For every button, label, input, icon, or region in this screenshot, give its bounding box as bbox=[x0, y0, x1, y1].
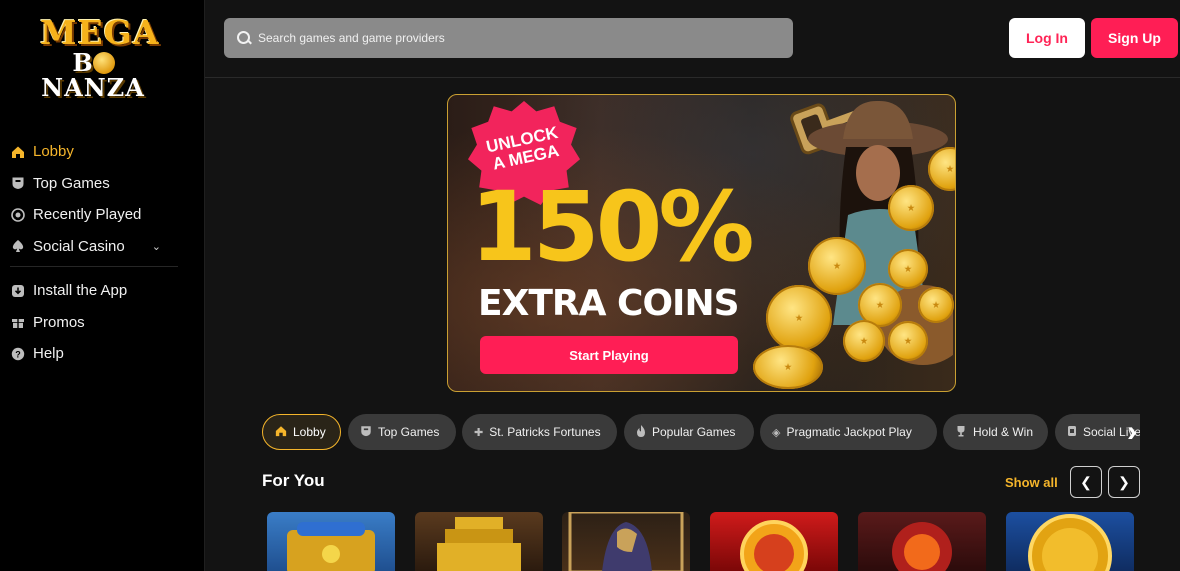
chip-popular-games[interactable]: Popular Games bbox=[624, 414, 754, 450]
game-tile[interactable] bbox=[1006, 512, 1134, 571]
banner-subheadline: EXTRA COINS bbox=[478, 283, 739, 324]
diamond-icon: ◈ bbox=[772, 426, 781, 439]
sidebar-nav: Lobby Top Games Recently Played Social C… bbox=[0, 136, 205, 370]
coin-icon bbox=[753, 345, 823, 389]
promo-banner[interactable]: UNLOCK A MEGA 150% EXTRA COINS Start Pla… bbox=[447, 94, 956, 392]
sidebar-item-top-games[interactable]: Top Games bbox=[0, 168, 205, 200]
chip-label: Popular Games bbox=[652, 425, 736, 439]
coin-up-icon bbox=[740, 520, 808, 571]
treasure-chest-icon bbox=[287, 522, 375, 571]
app-window: MEGA BNANZA Lobby Top Games Recently Pla… bbox=[0, 0, 1180, 571]
game-tile[interactable] bbox=[858, 512, 986, 571]
download-icon bbox=[11, 284, 25, 298]
game-tile[interactable] bbox=[415, 512, 543, 571]
next-button[interactable]: ❯ bbox=[1108, 466, 1140, 498]
coin-icon bbox=[918, 287, 954, 323]
sidebar-item-help[interactable]: ? Help bbox=[0, 338, 205, 370]
shield-icon bbox=[11, 176, 25, 190]
chevron-left-icon: ❮ bbox=[1080, 473, 1092, 490]
sidebar-item-install-app[interactable]: Install the App bbox=[0, 275, 205, 307]
logo-line1: MEGA bbox=[40, 13, 160, 52]
top-bar: Log In Sign Up bbox=[205, 0, 1180, 78]
sidebar-item-label: Top Games bbox=[33, 174, 110, 192]
section-title: For You bbox=[262, 471, 325, 490]
start-playing-button[interactable]: Start Playing bbox=[480, 336, 738, 374]
logo-line2: BNANZA bbox=[41, 48, 145, 102]
chip-label: Pragmatic Jackpot Play bbox=[786, 425, 912, 439]
sidebar-item-recently-played[interactable]: Recently Played bbox=[0, 199, 205, 231]
chevron-down-icon[interactable]: ⌄ bbox=[152, 240, 161, 253]
sidebar-item-label: Promos bbox=[33, 313, 85, 331]
search-box[interactable] bbox=[224, 18, 793, 58]
spade-icon bbox=[11, 239, 25, 253]
banner-headline: 150% bbox=[470, 171, 755, 283]
sidebar-item-label: Lobby bbox=[33, 143, 74, 161]
show-all-link[interactable]: Show all bbox=[1005, 475, 1058, 490]
sidebar-item-lobby[interactable]: Lobby bbox=[0, 136, 205, 168]
sidebar-divider bbox=[10, 266, 178, 267]
sidebar-item-label: Recently Played bbox=[33, 206, 142, 224]
chip-lobby[interactable]: Lobby bbox=[262, 414, 341, 450]
coin-icon bbox=[888, 185, 934, 231]
help-icon: ? bbox=[11, 347, 25, 361]
chevron-right-icon: ❯ bbox=[1118, 473, 1130, 490]
game-tile[interactable] bbox=[267, 512, 395, 571]
fire-orb-icon bbox=[892, 522, 952, 571]
chip-st-patricks[interactable]: ✚ St. Patricks Fortunes bbox=[462, 414, 617, 450]
chip-hold-win[interactable]: Hold & Win bbox=[943, 414, 1048, 450]
coin-icon bbox=[888, 249, 928, 289]
shield-icon bbox=[360, 425, 372, 440]
clover-icon: ✚ bbox=[474, 426, 484, 439]
brand-logo[interactable]: MEGA BNANZA bbox=[40, 13, 160, 99]
chip-label: St. Patricks Fortunes bbox=[489, 425, 601, 439]
sidebar: MEGA BNANZA Lobby Top Games Recently Pla… bbox=[0, 0, 205, 571]
game-tile[interactable] bbox=[562, 512, 690, 571]
game-tile[interactable] bbox=[710, 512, 838, 571]
gift-icon bbox=[11, 315, 25, 329]
falcon-icon bbox=[568, 512, 684, 571]
sidebar-item-promos[interactable]: Promos bbox=[0, 307, 205, 339]
home-icon bbox=[275, 425, 287, 440]
chip-pragmatic-jackpot[interactable]: ◈ Pragmatic Jackpot Play bbox=[760, 414, 937, 450]
flame-icon bbox=[636, 424, 646, 440]
signup-button[interactable]: Sign Up bbox=[1091, 18, 1178, 58]
search-input[interactable] bbox=[258, 31, 793, 45]
home-icon bbox=[11, 145, 25, 159]
chip-label: Lobby bbox=[293, 425, 326, 439]
sidebar-item-social-casino[interactable]: Social Casino ⌄ bbox=[0, 231, 205, 263]
chip-label: Top Games bbox=[378, 425, 440, 439]
pyramid-icon bbox=[437, 517, 521, 571]
search-icon bbox=[236, 30, 252, 46]
chevron-right-icon[interactable]: › bbox=[1120, 414, 1144, 450]
gold-coin-icon bbox=[1028, 514, 1112, 571]
trophy-icon bbox=[955, 425, 967, 440]
cards-icon bbox=[1067, 425, 1077, 440]
sidebar-item-label: Social Casino bbox=[33, 237, 125, 255]
star-icon bbox=[92, 51, 115, 74]
login-button[interactable]: Log In bbox=[1009, 18, 1085, 58]
chip-top-games[interactable]: Top Games bbox=[348, 414, 456, 450]
coin-icon bbox=[843, 320, 885, 362]
prev-button[interactable]: ❮ bbox=[1070, 466, 1102, 498]
coin-icon bbox=[888, 321, 928, 361]
category-chips: Lobby Top Games ✚ St. Patricks Fortunes … bbox=[262, 414, 1140, 450]
sidebar-item-label: Help bbox=[33, 345, 64, 363]
clock-icon bbox=[11, 207, 25, 222]
svg-text:?: ? bbox=[15, 349, 21, 359]
chip-label: Hold & Win bbox=[973, 425, 1034, 439]
sidebar-item-label: Install the App bbox=[33, 282, 128, 300]
